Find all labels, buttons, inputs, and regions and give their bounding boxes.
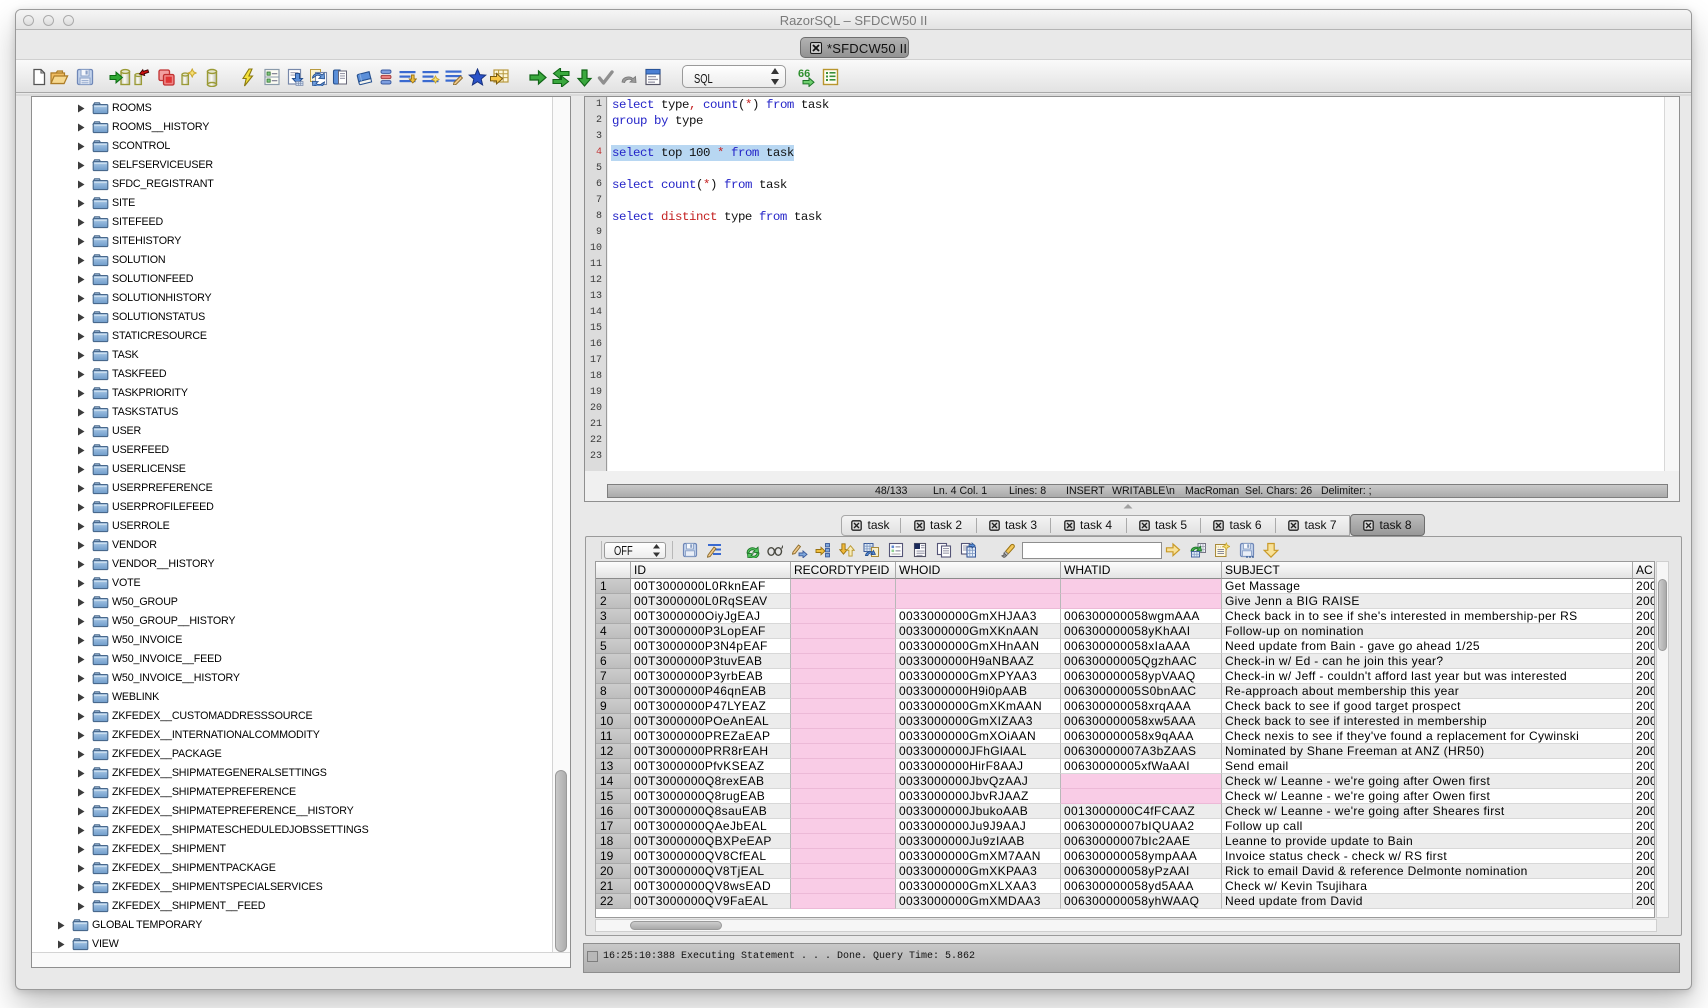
svg-text:66: 66 <box>798 68 810 80</box>
